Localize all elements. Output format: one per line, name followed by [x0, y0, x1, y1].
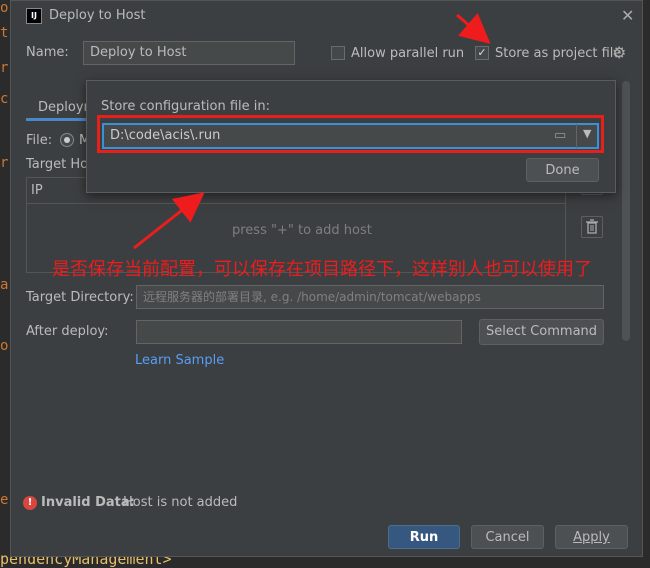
annotation-text: 是否保存当前配置，可以保存在项目路径下，这样别人也可以使用了: [52, 259, 592, 280]
red-arrow: [133, 12, 491, 250]
